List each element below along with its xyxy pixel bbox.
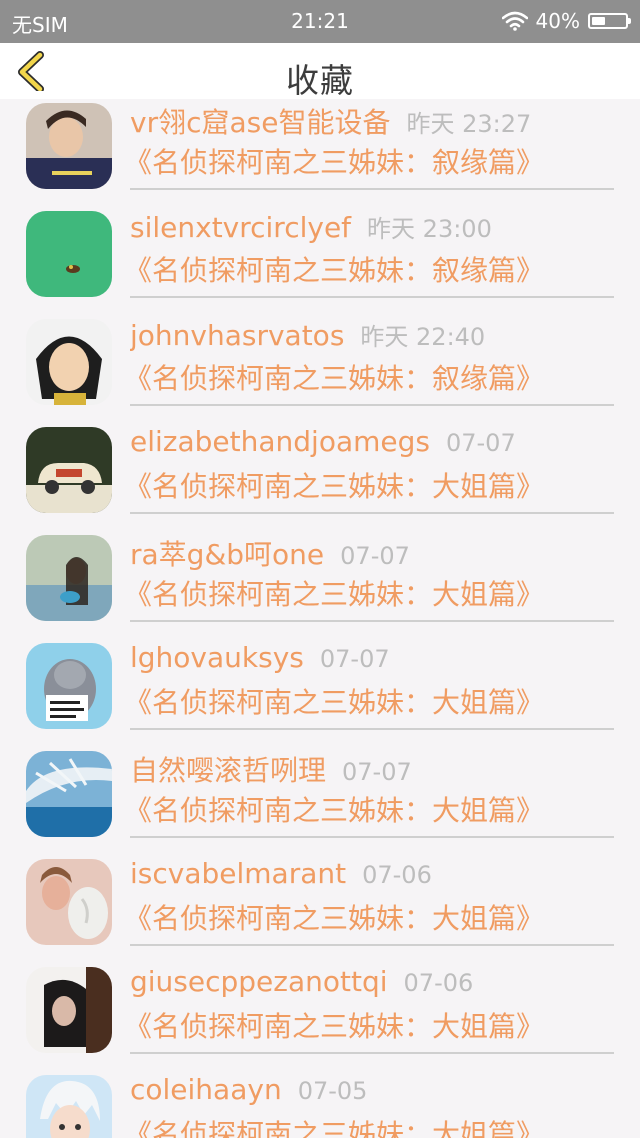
avatar[interactable] <box>26 535 112 621</box>
favorited-title[interactable]: 《名侦探柯南之三姊妹：叙缘篇》 <box>124 357 614 397</box>
favorited-title[interactable]: 《名侦探柯南之三姊妹：叙缘篇》 <box>124 141 614 181</box>
avatar[interactable] <box>26 643 112 729</box>
list-item-text: giusecppezanottqi 07-06 《名侦探柯南之三姊妹：大姐篇》 <box>124 965 614 1045</box>
favorites-list[interactable]: vr翎c窟ase智能设备 昨天 23:27 《名侦探柯南之三姊妹：叙缘篇》 sil… <box>0 99 640 1138</box>
list-item[interactable]: vr翎c窟ase智能设备 昨天 23:27 《名侦探柯南之三姊妹：叙缘篇》 <box>0 99 640 190</box>
list-item-text: johnvhasrvatos 昨天 22:40 《名侦探柯南之三姊妹：叙缘篇》 <box>124 317 614 397</box>
list-item[interactable]: giusecppezanottqi 07-06 《名侦探柯南之三姊妹：大姐篇》 <box>0 937 640 1054</box>
avatar-toy-car <box>26 427 112 513</box>
avatar[interactable] <box>26 859 112 945</box>
favorited-title[interactable]: 《名侦探柯南之三姊妹：大姐篇》 <box>124 1113 614 1138</box>
timestamp: 昨天 23:27 <box>406 110 532 138</box>
username[interactable]: 自然嘤滚哲咧理 <box>130 754 326 787</box>
username[interactable]: lghovauksys <box>130 641 304 674</box>
favorites-list-inner: vr翎c窟ase智能设备 昨天 23:27 《名侦探柯南之三姊妹：叙缘篇》 sil… <box>0 99 640 1138</box>
list-item-text: ra萃g&b呵one 07-07 《名侦探柯南之三姊妹：大姐篇》 <box>124 533 614 613</box>
username[interactable]: giusecppezanottqi <box>130 965 388 998</box>
username[interactable]: ra萃g&b呵one <box>130 538 324 571</box>
timestamp: 昨天 22:40 <box>360 323 486 351</box>
list-item-header: ra萃g&b呵one 07-07 <box>130 533 614 575</box>
avatar-anime-boy <box>26 1075 112 1138</box>
list-item-text: silenxtvrcirclyef 昨天 23:00 《名侦探柯南之三姊妹：叙缘篇… <box>124 209 614 289</box>
list-item-header: lghovauksys 07-07 <box>130 641 614 683</box>
avatar[interactable] <box>26 751 112 837</box>
timestamp: 07-07 <box>319 645 390 673</box>
username[interactable]: johnvhasrvatos <box>130 319 344 352</box>
status-bar: 无SIM 21:21 40% <box>0 0 640 43</box>
timestamp: 昨天 23:00 <box>367 215 492 243</box>
avatar[interactable] <box>26 319 112 405</box>
favorited-title[interactable]: 《名侦探柯南之三姊妹：大姐篇》 <box>124 681 614 721</box>
wifi-icon <box>501 11 528 31</box>
list-item[interactable]: johnvhasrvatos 昨天 22:40 《名侦探柯南之三姊妹：叙缘篇》 <box>0 289 640 406</box>
list-item-text: lghovauksys 07-07 《名侦探柯南之三姊妹：大姐篇》 <box>124 641 614 721</box>
avatar-winter-tree <box>26 751 112 837</box>
avatar-woman-statue <box>26 859 112 945</box>
status-right: 40% <box>501 9 631 33</box>
avatar-girl-dark <box>26 967 112 1053</box>
list-item-text: vr翎c窟ase智能设备 昨天 23:27 《名侦探柯南之三姊妹：叙缘篇》 <box>124 101 614 181</box>
list-item[interactable]: 自然嘤滚哲咧理 07-07 《名侦探柯南之三姊妹：大姐篇》 <box>0 721 640 838</box>
avatar[interactable] <box>26 1075 112 1138</box>
nav-bar: 收藏 <box>0 43 640 100</box>
battery-percent: 40% <box>535 9 580 33</box>
list-item-text: 自然嘤滚哲咧理 07-07 《名侦探柯南之三姊妹：大姐篇》 <box>124 749 614 829</box>
list-item-header: vr翎c窟ase智能设备 昨天 23:27 <box>130 101 614 143</box>
avatar[interactable] <box>26 103 112 189</box>
timestamp: 07-07 <box>445 429 516 457</box>
avatar[interactable] <box>26 967 112 1053</box>
avatar[interactable] <box>26 211 112 297</box>
username[interactable]: vr翎c窟ase智能设备 <box>130 106 390 139</box>
list-item-header: johnvhasrvatos 昨天 22:40 <box>130 317 614 359</box>
favorited-title[interactable]: 《名侦探柯南之三姊妹：大姐篇》 <box>124 573 614 613</box>
avatar-boy-photo <box>26 103 112 189</box>
username[interactable]: iscvabelmarant <box>130 857 346 890</box>
timestamp: 07-07 <box>340 542 410 570</box>
list-item[interactable]: silenxtvrcirclyef 昨天 23:00 《名侦探柯南之三姊妹：叙缘篇… <box>0 181 640 298</box>
favorited-title[interactable]: 《名侦探柯南之三姊妹：大姐篇》 <box>124 789 614 829</box>
timestamp: 07-06 <box>403 969 474 997</box>
favorited-title[interactable]: 《名侦探柯南之三姊妹：叙缘篇》 <box>124 249 614 289</box>
avatar-green <box>26 211 112 297</box>
list-item-header: silenxtvrcirclyef 昨天 23:00 <box>130 209 614 251</box>
avatar[interactable] <box>26 427 112 513</box>
list-item-header: 自然嘤滚哲咧理 07-07 <box>130 749 614 791</box>
list-item-text: iscvabelmarant 07-06 《名侦探柯南之三姊妹：大姐篇》 <box>124 857 614 937</box>
list-item-text: coleihaayn 07-05 《名侦探柯南之三姊妹：大姐篇》 <box>124 1073 614 1138</box>
list-item-header: coleihaayn 07-05 <box>130 1073 614 1115</box>
list-item[interactable]: elizabethandjoamegs 07-07 《名侦探柯南之三姊妹：大姐篇》 <box>0 397 640 514</box>
favorited-title[interactable]: 《名侦探柯南之三姊妹：大姐篇》 <box>124 465 614 505</box>
page-title: 收藏 <box>286 61 354 100</box>
battery-icon <box>588 13 631 29</box>
list-item-text: elizabethandjoamegs 07-07 《名侦探柯南之三姊妹：大姐篇》 <box>124 425 614 505</box>
avatar-luffy <box>26 319 112 405</box>
username[interactable]: coleihaayn <box>130 1073 282 1106</box>
timestamp: 07-05 <box>297 1077 368 1105</box>
avatar-cat <box>26 643 112 729</box>
list-item[interactable]: coleihaayn 07-05 《名侦探柯南之三姊妹：大姐篇》 <box>0 1045 640 1138</box>
list-item[interactable]: iscvabelmarant 07-06 《名侦探柯南之三姊妹：大姐篇》 <box>0 829 640 946</box>
list-item-header: iscvabelmarant 07-06 <box>130 857 614 899</box>
avatar-woman-water <box>26 535 112 621</box>
list-item[interactable]: ra萃g&b呵one 07-07 《名侦探柯南之三姊妹：大姐篇》 <box>0 505 640 622</box>
username[interactable]: silenxtvrcirclyef <box>130 211 351 244</box>
favorited-title[interactable]: 《名侦探柯南之三姊妹：大姐篇》 <box>124 1005 614 1045</box>
timestamp: 07-07 <box>342 758 412 786</box>
timestamp: 07-06 <box>362 861 432 889</box>
username[interactable]: elizabethandjoamegs <box>130 425 430 458</box>
list-item[interactable]: lghovauksys 07-07 《名侦探柯南之三姊妹：大姐篇》 <box>0 613 640 730</box>
battery-fill <box>592 17 605 25</box>
favorited-title[interactable]: 《名侦探柯南之三姊妹：大姐篇》 <box>124 897 614 937</box>
list-item-header: elizabethandjoamegs 07-07 <box>130 425 614 467</box>
list-item-header: giusecppezanottqi 07-06 <box>130 965 614 1007</box>
